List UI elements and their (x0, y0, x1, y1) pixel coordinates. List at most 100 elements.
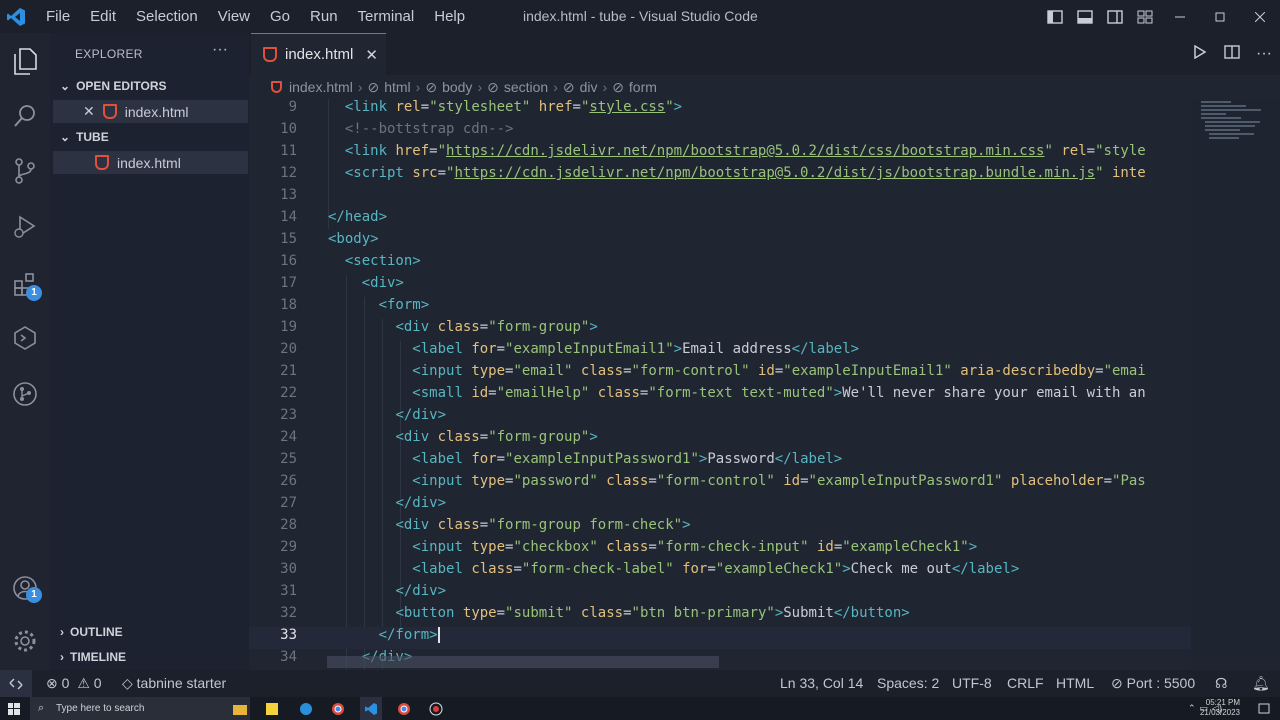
run-icon[interactable] (1184, 44, 1216, 64)
folder-label: TUBE (76, 130, 109, 144)
edge-browser-icon[interactable] (296, 697, 316, 720)
breadcrumb-body[interactable]: body (442, 79, 472, 95)
chrome-icon[interactable] (328, 697, 348, 720)
search-icon[interactable] (0, 91, 50, 141)
code-line: 22 <small id="emailHelp" class="form-tex… (280, 385, 1146, 401)
feedback-icon[interactable]: ☊ (1215, 670, 1227, 697)
extensions-icon[interactable] (0, 259, 50, 309)
encoding-status[interactable]: UTF-8 (952, 670, 992, 697)
customize-layout-icon[interactable] (1130, 0, 1160, 33)
minimap[interactable] (1191, 99, 1280, 670)
menu-view[interactable]: View (208, 0, 260, 33)
remote-explorer-icon[interactable] (0, 313, 50, 363)
git-graph-icon[interactable] (0, 369, 50, 419)
tag-icon: ⊘ (425, 78, 438, 95)
close-tab-icon[interactable]: ✕ (365, 46, 378, 64)
more-actions-icon[interactable]: ··· (212, 41, 228, 59)
chevron-down-icon: ⌄ (60, 79, 71, 93)
file-tree-item[interactable]: index.html (53, 151, 248, 174)
toggle-panel-icon[interactable] (1070, 0, 1100, 33)
notifications-icon[interactable]: 🔔︎ (1252, 670, 1270, 697)
breadcrumb-section[interactable]: section (504, 79, 548, 95)
menu-terminal[interactable]: Terminal (348, 0, 425, 33)
code-line: 13 (280, 187, 297, 203)
window-title: index.html - tube - Visual Studio Code (523, 8, 758, 24)
chrome-icon[interactable] (394, 697, 414, 720)
code-line: 27 </div> (280, 495, 447, 511)
port-icon: ⊘ (1111, 675, 1123, 691)
horizontal-scrollbar[interactable] (327, 656, 719, 668)
accounts-icon[interactable] (0, 563, 50, 613)
remote-indicator-icon[interactable] (0, 670, 32, 697)
code-line: 17 <div> (280, 275, 404, 291)
vscode-taskbar-icon[interactable] (360, 697, 382, 720)
toggle-sidebar-icon[interactable] (1040, 0, 1070, 33)
extensions-badge: 1 (26, 285, 42, 301)
menu-bar: File Edit Selection View Go Run Terminal… (36, 0, 475, 33)
tabnine-status[interactable]: ◇ tabnine starter (122, 670, 226, 697)
explorer-icon[interactable] (0, 36, 50, 86)
windows-start-icon[interactable] (4, 697, 24, 720)
code-line: 26 <input type="password" class="form-co… (280, 473, 1146, 489)
source-control-icon[interactable] (0, 146, 50, 196)
split-editor-icon[interactable] (1216, 44, 1248, 64)
menu-selection[interactable]: Selection (126, 0, 208, 33)
file-explorer-icon[interactable] (230, 697, 250, 720)
chevron-down-icon: ⌄ (60, 130, 71, 144)
run-debug-icon[interactable] (0, 201, 50, 251)
menu-run[interactable]: Run (300, 0, 348, 33)
code-editor[interactable]: 9 <link rel="stylesheet" href="style.css… (249, 99, 1191, 670)
indentation-status[interactable]: Spaces: 2 (877, 670, 939, 697)
outline-section[interactable]: › OUTLINE (50, 620, 249, 644)
code-line: 12 <script src="https://cdn.jsdelivr.net… (280, 165, 1146, 181)
problems-status[interactable]: ⊗ 0 ⚠ 0 (46, 670, 102, 697)
timeline-section[interactable]: › TIMELINE (50, 645, 249, 669)
tab-index-html[interactable]: index.html ✕ (251, 33, 386, 75)
settings-gear-icon[interactable] (0, 616, 50, 666)
taskbar-search-input[interactable]: ⌕ Type here to search (30, 697, 250, 720)
tag-icon: ⊘ (367, 78, 380, 95)
minimize-icon[interactable] (1160, 0, 1200, 33)
tag-icon: ⊘ (487, 78, 499, 95)
language-mode[interactable]: HTML (1056, 670, 1094, 697)
tag-icon: ⊘ (562, 78, 575, 95)
code-line: 24 <div class="form-group"> (280, 429, 598, 445)
breadcrumb-form[interactable]: form (629, 79, 657, 95)
breadcrumb-div[interactable]: div (580, 79, 598, 95)
editor-tabs: index.html ✕ ··· (249, 33, 1280, 75)
cursor-position[interactable]: Ln 33, Col 14 (780, 670, 863, 697)
menu-file[interactable]: File (36, 0, 80, 33)
chevron-right-icon: › (60, 625, 64, 639)
clock-time: 05:21 PM (1205, 698, 1240, 707)
close-window-icon[interactable] (1240, 0, 1280, 33)
menu-go[interactable]: Go (260, 0, 300, 33)
restore-icon[interactable] (1200, 0, 1240, 33)
warning-count: 0 (93, 675, 102, 691)
breadcrumb-file[interactable]: index.html (289, 79, 353, 95)
menu-edit[interactable]: Edit (80, 0, 126, 33)
windows-taskbar: ⌕ Type here to search ⌃ ▭ ◁) 05:21 PM 21… (0, 697, 1280, 720)
tab-label: index.html (285, 46, 354, 63)
menu-help[interactable]: Help (424, 0, 475, 33)
open-editor-filename: index.html (124, 103, 189, 120)
recorder-icon[interactable] (426, 697, 446, 720)
more-actions-icon[interactable]: ··· (1248, 45, 1280, 63)
open-editor-item[interactable]: ✕ index.html (53, 100, 248, 123)
editor-area: index.html ✕ ··· index.html › ⊘ html › ⊘ bod… (249, 33, 1280, 670)
eol-status[interactable]: CRLF (1007, 670, 1044, 697)
open-editors-section[interactable]: ⌄ OPEN EDITORS (50, 74, 249, 98)
tube-folder-section[interactable]: ⌄ TUBE (50, 125, 249, 149)
toggle-secondary-sidebar-icon[interactable] (1100, 0, 1130, 33)
code-line: 23 </div> (280, 407, 447, 423)
vscode-logo-icon (0, 0, 32, 33)
editor-actions: ··· (1184, 33, 1280, 75)
sticky-notes-icon[interactable] (262, 697, 282, 720)
close-editor-icon[interactable]: ✕ (83, 103, 95, 120)
live-server-status[interactable]: ⊘ Port : 5500 (1111, 670, 1195, 697)
action-center-icon[interactable] (1254, 697, 1274, 720)
tabnine-icon: ◇ (122, 675, 133, 691)
breadcrumb-html[interactable]: html (384, 79, 410, 95)
html-file-icon (263, 47, 277, 62)
code-line: 20 <label for="exampleInputEmail1">Email… (280, 341, 860, 357)
taskbar-clock[interactable]: 05:21 PM 21/03/2023 (1200, 698, 1240, 718)
